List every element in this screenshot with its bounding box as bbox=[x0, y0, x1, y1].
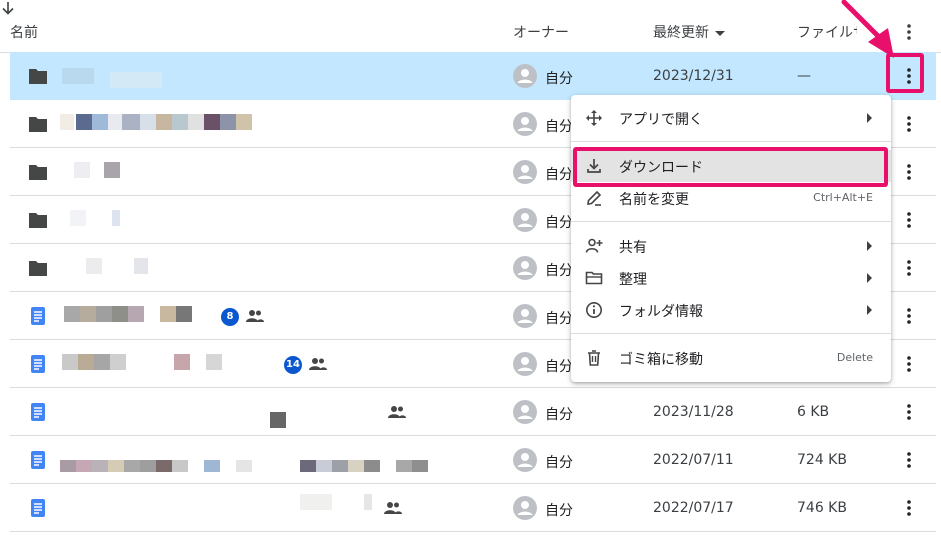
owner-label: 自分 bbox=[545, 71, 573, 87]
modified-date: 2023/11/28 bbox=[653, 404, 734, 420]
shared-people-icon bbox=[384, 502, 402, 514]
owner-label: 自分 bbox=[545, 311, 573, 327]
more-vert-icon[interactable] bbox=[899, 258, 919, 278]
comment-count-badge: 8 bbox=[221, 308, 239, 326]
more-vert-icon[interactable] bbox=[899, 162, 919, 182]
shared-people-icon bbox=[246, 310, 264, 322]
more-vert-icon[interactable] bbox=[899, 402, 919, 422]
avatar-icon bbox=[513, 112, 537, 136]
file-size: 746 KB bbox=[797, 500, 847, 516]
folder-icon bbox=[29, 69, 47, 84]
info-icon bbox=[586, 302, 602, 318]
owner-label: 自分 bbox=[545, 263, 573, 279]
owner-label: 自分 bbox=[545, 359, 573, 375]
shared-people-icon bbox=[309, 358, 327, 370]
avatar-icon bbox=[513, 496, 537, 520]
menu-divider bbox=[571, 141, 891, 142]
menu-item-trash[interactable]: ゴミ箱に移動 Delete bbox=[571, 342, 891, 374]
open-with-arrows-icon bbox=[586, 110, 602, 126]
column-header-modified[interactable]: 最終更新 bbox=[653, 22, 725, 42]
file-row[interactable]: 自分 2023/12/31 — bbox=[10, 52, 936, 100]
column-header-name[interactable]: 名前 bbox=[10, 22, 38, 42]
menu-divider bbox=[571, 221, 891, 222]
header-more-vert-icon[interactable] bbox=[899, 22, 919, 42]
file-size: — bbox=[797, 68, 811, 84]
file-row[interactable]: 自分 2022/07/11 724 KB bbox=[10, 436, 936, 484]
avatar-icon bbox=[513, 64, 537, 88]
google-docs-icon bbox=[31, 451, 45, 469]
column-header-owner[interactable]: オーナー bbox=[513, 22, 569, 42]
rename-shortcut: Ctrl+Alt+E bbox=[813, 191, 873, 204]
more-vert-icon[interactable] bbox=[899, 450, 919, 470]
avatar-icon bbox=[513, 256, 537, 280]
file-size: 724 KB bbox=[797, 452, 847, 468]
file-row[interactable]: 自分 2022/07/17 746 KB bbox=[10, 484, 936, 532]
menu-item-organize-label: 整理 bbox=[619, 272, 647, 288]
avatar-icon bbox=[513, 208, 537, 232]
avatar-icon bbox=[513, 160, 537, 184]
chevron-right-icon bbox=[867, 113, 872, 123]
edit-pencil-icon bbox=[587, 190, 602, 206]
google-docs-icon bbox=[31, 499, 45, 517]
folder-icon bbox=[29, 165, 47, 180]
menu-item-folder-info-label: フォルダ情報 bbox=[619, 304, 703, 320]
column-header-modified-label: 最終更新 bbox=[653, 25, 709, 41]
context-menu: アプリで開く ダウンロード 名前を変更 Ctrl+Alt+E 共有 整理 フォル… bbox=[571, 95, 891, 382]
folder-icon bbox=[29, 261, 47, 276]
owner-label: 自分 bbox=[545, 119, 573, 135]
owner-label: 自分 bbox=[545, 503, 573, 519]
chevron-right-icon bbox=[867, 305, 872, 315]
shared-people-icon bbox=[388, 406, 406, 418]
chevron-right-icon bbox=[867, 241, 872, 251]
google-docs-icon bbox=[31, 355, 45, 373]
sort-arrow-down-icon[interactable] bbox=[0, 0, 16, 16]
menu-item-rename-label: 名前を変更 bbox=[619, 192, 689, 208]
menu-item-trash-label: ゴミ箱に移動 bbox=[619, 352, 703, 368]
google-docs-icon bbox=[31, 307, 45, 325]
trash-icon bbox=[588, 350, 600, 366]
owner-label: 自分 bbox=[545, 167, 573, 183]
menu-item-organize[interactable]: 整理 bbox=[571, 262, 891, 294]
person-add-icon bbox=[585, 238, 603, 253]
menu-item-open-with-label: アプリで開く bbox=[619, 112, 703, 128]
folder-icon bbox=[29, 213, 47, 228]
file-row[interactable]: 自分 2023/11/28 6 KB bbox=[10, 388, 936, 436]
avatar-icon bbox=[513, 448, 537, 472]
download-highlight bbox=[573, 147, 888, 187]
modified-date: 2022/07/17 bbox=[653, 500, 734, 516]
file-size: 6 KB bbox=[797, 404, 830, 420]
file-list-header: 名前 オーナー 最終更新 ファイルサイ bbox=[0, 0, 941, 53]
owner-label: 自分 bbox=[545, 215, 573, 231]
more-vert-icon[interactable] bbox=[899, 306, 919, 326]
modified-date: 2022/07/11 bbox=[653, 452, 734, 468]
menu-divider bbox=[571, 333, 891, 334]
menu-item-share[interactable]: 共有 bbox=[571, 230, 891, 262]
more-vert-icon[interactable] bbox=[899, 354, 919, 374]
avatar-icon bbox=[513, 352, 537, 376]
comment-count-badge: 14 bbox=[284, 356, 302, 374]
google-docs-icon bbox=[31, 403, 45, 421]
more-vert-icon[interactable] bbox=[899, 498, 919, 518]
owner-label: 自分 bbox=[545, 455, 573, 471]
owner-label: 自分 bbox=[545, 407, 573, 423]
avatar-icon bbox=[513, 304, 537, 328]
pointer-arrow-icon bbox=[841, 0, 894, 58]
folder-open-icon bbox=[585, 271, 603, 285]
folder-icon bbox=[29, 117, 47, 132]
chevron-right-icon bbox=[867, 273, 872, 283]
sort-caret-down-icon bbox=[715, 30, 725, 36]
avatar-icon bbox=[513, 400, 537, 424]
trash-shortcut: Delete bbox=[836, 351, 873, 364]
menu-item-open-with[interactable]: アプリで開く bbox=[571, 102, 891, 134]
more-vert-icon[interactable] bbox=[899, 114, 919, 134]
menu-item-folder-info[interactable]: フォルダ情報 bbox=[571, 294, 891, 326]
more-vert-icon[interactable] bbox=[899, 210, 919, 230]
menu-item-share-label: 共有 bbox=[619, 240, 647, 256]
modified-date: 2023/12/31 bbox=[653, 68, 734, 84]
